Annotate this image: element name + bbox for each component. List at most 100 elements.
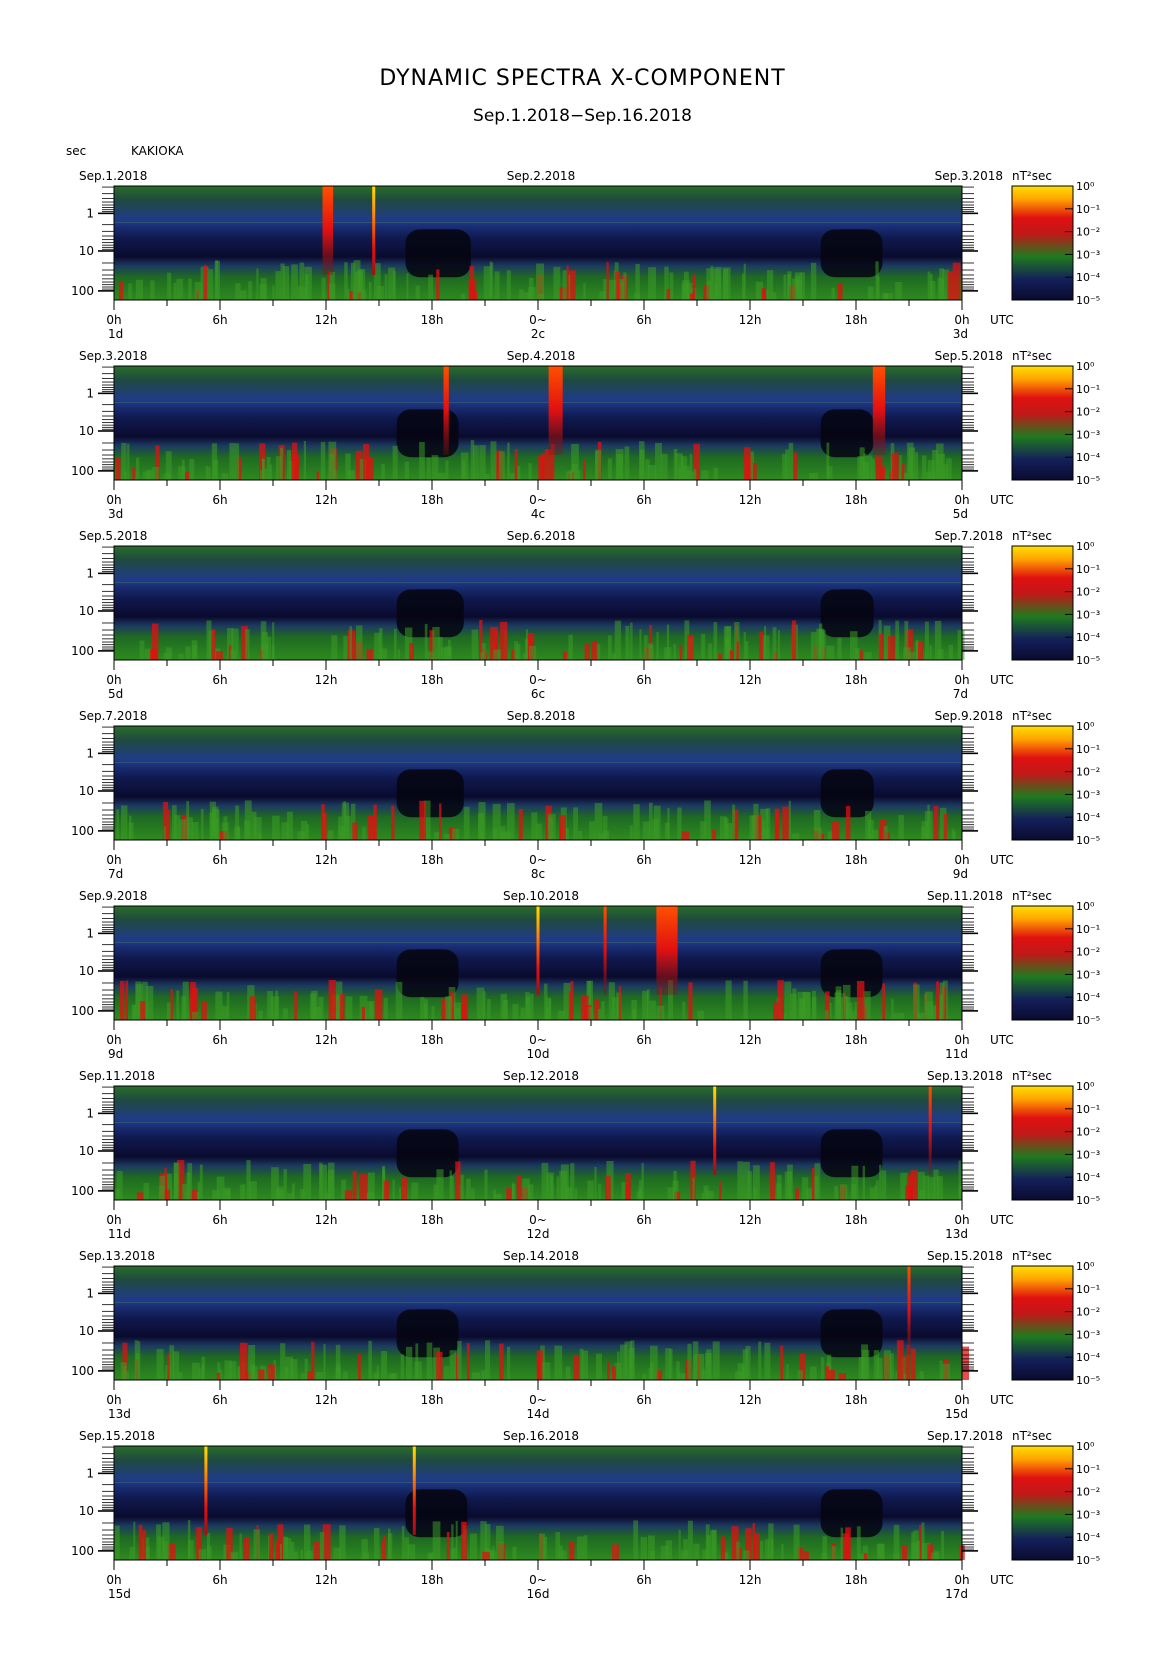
spectral-texture — [906, 1174, 913, 1200]
spectral-texture — [951, 828, 955, 840]
colorbar-tick-label: 10⁻¹ — [1076, 383, 1100, 396]
spectral-texture — [267, 991, 274, 1020]
colorbar-tick-label: 10⁻¹ — [1076, 563, 1100, 576]
spectral-texture — [431, 455, 439, 480]
colorbar-tick-label: 10⁻⁴ — [1076, 631, 1101, 644]
x-tick-label: 18h — [421, 853, 444, 867]
x-tick-label: 18h — [421, 1573, 444, 1587]
spectral-texture — [766, 289, 769, 300]
spectral-texture — [466, 1178, 471, 1200]
spectral-texture — [303, 1163, 312, 1200]
date-label-right: Sep.5.2018 — [935, 349, 1003, 363]
spectral-texture — [114, 1525, 120, 1560]
spectral-texture — [652, 819, 659, 840]
spectral-texture — [751, 815, 756, 840]
spectral-texture — [428, 274, 433, 300]
date-label-mid: Sep.2.2018 — [507, 169, 575, 183]
spectral-texture — [787, 271, 792, 300]
spectral-texture — [666, 288, 671, 300]
spectral-texture — [496, 1525, 504, 1560]
spectral-texture — [303, 441, 306, 480]
date-label-right: Sep.15.2018 — [927, 1249, 1003, 1263]
spectral-texture — [266, 457, 271, 480]
date-label-mid: Sep.8.2018 — [507, 709, 575, 723]
spectral-texture — [480, 652, 485, 660]
spectral-texture — [406, 1346, 413, 1380]
spectral-texture — [248, 281, 253, 300]
spectral-texture — [619, 279, 624, 300]
spectral-texture — [810, 262, 817, 300]
spectral-texture — [625, 625, 630, 660]
spectral-texture — [460, 1174, 464, 1200]
spectral-texture — [639, 1180, 642, 1200]
spectral-texture — [401, 1177, 407, 1200]
spectral-texture — [777, 630, 780, 660]
spectral-texture — [771, 1538, 774, 1560]
spectral-texture — [770, 1162, 775, 1200]
date-label-right: Sep.7.2018 — [935, 529, 1003, 543]
spectral-texture — [208, 269, 214, 300]
spectral-texture — [128, 283, 132, 300]
quiet-region — [820, 949, 883, 998]
spectral-texture — [856, 981, 865, 1020]
spectral-texture — [584, 643, 590, 660]
spectral-texture — [268, 1533, 274, 1560]
spectral-texture — [762, 819, 766, 840]
spectral-texture — [338, 826, 346, 840]
spectral-texture — [229, 1361, 237, 1380]
spectral-texture — [553, 266, 561, 300]
x-tick-label: 12h — [315, 673, 338, 687]
spectral-texture — [725, 980, 732, 1020]
spectral-texture — [903, 647, 911, 660]
date-label-left: Sep.1.2018 — [79, 169, 147, 183]
day-label-left: 7d — [108, 867, 123, 881]
spectral-texture — [327, 1169, 335, 1200]
spectral-texture — [845, 1002, 853, 1020]
x-tick-label: 6h — [212, 1213, 227, 1227]
spectral-texture — [208, 466, 211, 480]
colorbar-tick-label: 10⁰ — [1076, 540, 1095, 553]
x-tick-label: 6h — [636, 1393, 651, 1407]
date-label-mid: Sep.14.2018 — [503, 1249, 579, 1263]
spectral-texture — [500, 993, 507, 1020]
date-label-mid: Sep.10.2018 — [503, 889, 579, 903]
spectral-texture — [687, 634, 694, 660]
spectral-texture — [363, 444, 370, 480]
spectral-texture — [931, 1552, 939, 1560]
utc-label: UTC — [990, 1213, 1014, 1227]
colorbar-tick-label: 10⁻⁵ — [1076, 474, 1100, 487]
spectral-texture — [903, 473, 908, 480]
spectral-texture — [420, 997, 425, 1020]
spectral-texture — [181, 996, 187, 1020]
date-label-left: Sep.7.2018 — [79, 709, 147, 723]
spectral-texture — [528, 277, 534, 300]
spectral-texture — [186, 1172, 191, 1200]
spectral-texture — [253, 817, 262, 840]
colorbar-tick-label: 10⁰ — [1076, 1260, 1095, 1273]
spectral-texture — [490, 1550, 497, 1560]
spectral-texture — [641, 1163, 644, 1200]
spectral-texture — [439, 803, 442, 840]
spectral-texture — [391, 805, 395, 840]
spectral-texture — [162, 1175, 166, 1200]
spectral-texture — [461, 1521, 467, 1560]
spectrum-panel-8: Sep.15.2018 Sep.16.2018 Sep.17.2018 nT²sec 1… — [71, 1429, 1101, 1601]
spectral-texture — [168, 809, 171, 840]
spectral-texture — [618, 986, 621, 1020]
x-tick-label: 6h — [212, 1393, 227, 1407]
spectral-texture — [680, 1550, 689, 1560]
colorbar-tick-label: 10⁰ — [1076, 1440, 1095, 1453]
spectral-texture — [893, 1012, 898, 1020]
spectral-texture — [436, 269, 440, 300]
spectral-texture — [693, 469, 697, 480]
spectral-texture — [596, 1353, 602, 1380]
spectral-texture — [398, 649, 401, 660]
spectral-texture — [345, 996, 353, 1020]
spectral-texture — [831, 287, 835, 300]
x-tick-label: 0h — [954, 673, 969, 687]
spectral-texture — [568, 991, 572, 1020]
spectral-texture — [344, 262, 348, 300]
day-label-mid: 16d — [527, 1587, 550, 1601]
colorbar-tick-label: 10⁻⁵ — [1076, 834, 1100, 847]
spectral-texture — [929, 645, 932, 660]
